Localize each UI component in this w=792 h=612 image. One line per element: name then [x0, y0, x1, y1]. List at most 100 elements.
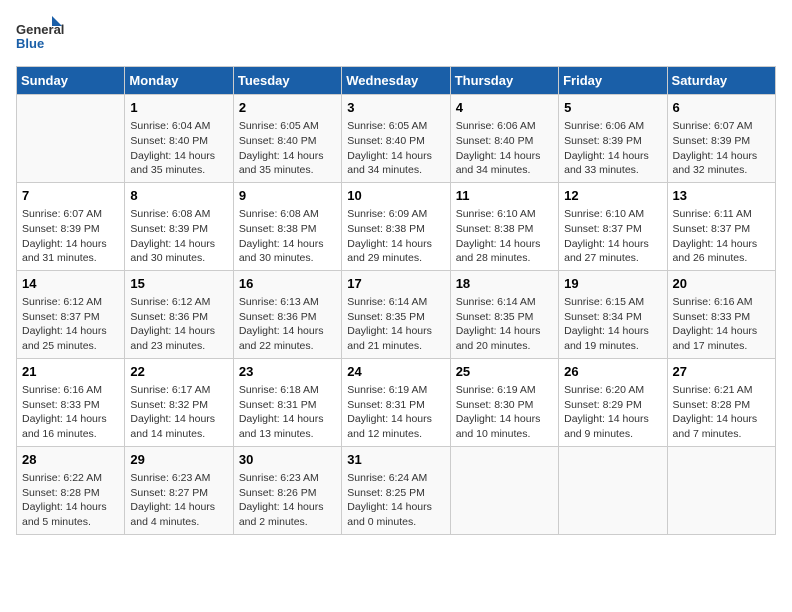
calendar-cell: 22 Sunrise: 6:17 AM Sunset: 8:32 PM Dayli… — [125, 358, 233, 446]
calendar-week-row: 14 Sunrise: 6:12 AM Sunset: 8:37 PM Dayli… — [17, 270, 776, 358]
calendar-cell: 20 Sunrise: 6:16 AM Sunset: 8:33 PM Dayli… — [667, 270, 775, 358]
day-content: Sunrise: 6:09 AM Sunset: 8:38 PM Dayligh… — [347, 207, 444, 266]
day-number: 18 — [456, 275, 553, 293]
day-content: Sunrise: 6:22 AM Sunset: 8:28 PM Dayligh… — [22, 471, 119, 530]
day-number: 8 — [130, 187, 227, 205]
day-content: Sunrise: 6:07 AM Sunset: 8:39 PM Dayligh… — [22, 207, 119, 266]
calendar-cell: 24 Sunrise: 6:19 AM Sunset: 8:31 PM Dayli… — [342, 358, 450, 446]
day-content: Sunrise: 6:15 AM Sunset: 8:34 PM Dayligh… — [564, 295, 661, 354]
calendar-cell: 8Sunrise: 6:08 AM Sunset: 8:39 PM Daylig… — [125, 182, 233, 270]
calendar-cell: 29 Sunrise: 6:23 AM Sunset: 8:27 PM Dayli… — [125, 446, 233, 534]
day-number: 1 — [130, 99, 227, 117]
calendar-cell: 31Sunrise: 6:24 AM Sunset: 8:25 PM Dayli… — [342, 446, 450, 534]
day-number: 25 — [456, 363, 553, 381]
day-number: 3 — [347, 99, 444, 117]
calendar-table: SundayMondayTuesdayWednesdayThursdayFrid… — [16, 66, 776, 535]
day-content: Sunrise: 6:10 AM Sunset: 8:37 PM Dayligh… — [564, 207, 661, 266]
day-number: 30 — [239, 451, 336, 469]
day-number: 31 — [347, 451, 444, 469]
day-number: 7 — [22, 187, 119, 205]
calendar-cell: 28 Sunrise: 6:22 AM Sunset: 8:28 PM Dayli… — [17, 446, 125, 534]
calendar-week-row: 1 Sunrise: 6:04 AM Sunset: 8:40 PM Daylig… — [17, 95, 776, 183]
day-content: Sunrise: 6:12 AM Sunset: 8:37 PM Dayligh… — [22, 295, 119, 354]
calendar-cell: 12 Sunrise: 6:10 AM Sunset: 8:37 PM Dayli… — [559, 182, 667, 270]
calendar-week-row: 28 Sunrise: 6:22 AM Sunset: 8:28 PM Dayli… — [17, 446, 776, 534]
calendar-cell: 25 Sunrise: 6:19 AM Sunset: 8:30 PM Dayli… — [450, 358, 558, 446]
calendar-cell: 2 Sunrise: 6:05 AM Sunset: 8:40 PM Daylig… — [233, 95, 341, 183]
day-content: Sunrise: 6:11 AM Sunset: 8:37 PM Dayligh… — [673, 207, 770, 266]
day-number: 20 — [673, 275, 770, 293]
day-number: 11 — [456, 187, 553, 205]
day-content: Sunrise: 6:17 AM Sunset: 8:32 PM Dayligh… — [130, 383, 227, 442]
day-content: Sunrise: 6:16 AM Sunset: 8:33 PM Dayligh… — [673, 295, 770, 354]
calendar-cell: 11Sunrise: 6:10 AM Sunset: 8:38 PM Dayli… — [450, 182, 558, 270]
calendar-cell: 17 Sunrise: 6:14 AM Sunset: 8:35 PM Dayli… — [342, 270, 450, 358]
calendar-cell — [17, 95, 125, 183]
day-number: 4 — [456, 99, 553, 117]
calendar-week-row: 21Sunrise: 6:16 AM Sunset: 8:33 PM Dayli… — [17, 358, 776, 446]
weekday-header: Tuesday — [233, 67, 341, 95]
calendar-cell: 6Sunrise: 6:07 AM Sunset: 8:39 PM Daylig… — [667, 95, 775, 183]
calendar-cell: 4 Sunrise: 6:06 AM Sunset: 8:40 PM Daylig… — [450, 95, 558, 183]
day-number: 17 — [347, 275, 444, 293]
calendar-cell: 13 Sunrise: 6:11 AM Sunset: 8:37 PM Dayli… — [667, 182, 775, 270]
day-content: Sunrise: 6:08 AM Sunset: 8:38 PM Dayligh… — [239, 207, 336, 266]
calendar-cell: 3 Sunrise: 6:05 AM Sunset: 8:40 PM Daylig… — [342, 95, 450, 183]
day-number: 13 — [673, 187, 770, 205]
calendar-cell: 27 Sunrise: 6:21 AM Sunset: 8:28 PM Dayli… — [667, 358, 775, 446]
calendar-cell: 26Sunrise: 6:20 AM Sunset: 8:29 PM Dayli… — [559, 358, 667, 446]
weekday-header: Wednesday — [342, 67, 450, 95]
calendar-cell: 7 Sunrise: 6:07 AM Sunset: 8:39 PM Daylig… — [17, 182, 125, 270]
day-content: Sunrise: 6:07 AM Sunset: 8:39 PM Dayligh… — [673, 119, 770, 178]
day-content: Sunrise: 6:05 AM Sunset: 8:40 PM Dayligh… — [347, 119, 444, 178]
day-number: 5 — [564, 99, 661, 117]
day-number: 27 — [673, 363, 770, 381]
day-content: Sunrise: 6:23 AM Sunset: 8:27 PM Dayligh… — [130, 471, 227, 530]
logo: GeneralBlue — [16, 16, 66, 56]
calendar-cell — [667, 446, 775, 534]
svg-text:Blue: Blue — [16, 36, 44, 51]
day-number: 19 — [564, 275, 661, 293]
calendar-cell: 18 Sunrise: 6:14 AM Sunset: 8:35 PM Dayli… — [450, 270, 558, 358]
weekday-header: Thursday — [450, 67, 558, 95]
day-content: Sunrise: 6:05 AM Sunset: 8:40 PM Dayligh… — [239, 119, 336, 178]
weekday-header-row: SundayMondayTuesdayWednesdayThursdayFrid… — [17, 67, 776, 95]
day-content: Sunrise: 6:06 AM Sunset: 8:39 PM Dayligh… — [564, 119, 661, 178]
day-content: Sunrise: 6:23 AM Sunset: 8:26 PM Dayligh… — [239, 471, 336, 530]
day-number: 15 — [130, 275, 227, 293]
day-number: 23 — [239, 363, 336, 381]
day-number: 24 — [347, 363, 444, 381]
day-number: 22 — [130, 363, 227, 381]
calendar-week-row: 7 Sunrise: 6:07 AM Sunset: 8:39 PM Daylig… — [17, 182, 776, 270]
day-number: 29 — [130, 451, 227, 469]
day-content: Sunrise: 6:04 AM Sunset: 8:40 PM Dayligh… — [130, 119, 227, 178]
calendar-cell: 23Sunrise: 6:18 AM Sunset: 8:31 PM Dayli… — [233, 358, 341, 446]
day-content: Sunrise: 6:13 AM Sunset: 8:36 PM Dayligh… — [239, 295, 336, 354]
calendar-cell: 21Sunrise: 6:16 AM Sunset: 8:33 PM Dayli… — [17, 358, 125, 446]
day-number: 12 — [564, 187, 661, 205]
day-number: 21 — [22, 363, 119, 381]
logo-svg: GeneralBlue — [16, 16, 66, 56]
day-content: Sunrise: 6:14 AM Sunset: 8:35 PM Dayligh… — [347, 295, 444, 354]
calendar-cell: 1 Sunrise: 6:04 AM Sunset: 8:40 PM Daylig… — [125, 95, 233, 183]
day-number: 14 — [22, 275, 119, 293]
weekday-header: Friday — [559, 67, 667, 95]
day-content: Sunrise: 6:19 AM Sunset: 8:31 PM Dayligh… — [347, 383, 444, 442]
calendar-cell: 14 Sunrise: 6:12 AM Sunset: 8:37 PM Dayli… — [17, 270, 125, 358]
day-number: 28 — [22, 451, 119, 469]
day-number: 16 — [239, 275, 336, 293]
calendar-cell: 9Sunrise: 6:08 AM Sunset: 8:38 PM Daylig… — [233, 182, 341, 270]
weekday-header: Monday — [125, 67, 233, 95]
day-content: Sunrise: 6:19 AM Sunset: 8:30 PM Dayligh… — [456, 383, 553, 442]
calendar-cell: 15Sunrise: 6:12 AM Sunset: 8:36 PM Dayli… — [125, 270, 233, 358]
calendar-cell — [559, 446, 667, 534]
day-content: Sunrise: 6:14 AM Sunset: 8:35 PM Dayligh… — [456, 295, 553, 354]
calendar-cell: 5 Sunrise: 6:06 AM Sunset: 8:39 PM Daylig… — [559, 95, 667, 183]
day-content: Sunrise: 6:06 AM Sunset: 8:40 PM Dayligh… — [456, 119, 553, 178]
weekday-header: Saturday — [667, 67, 775, 95]
calendar-cell: 19 Sunrise: 6:15 AM Sunset: 8:34 PM Dayli… — [559, 270, 667, 358]
day-content: Sunrise: 6:21 AM Sunset: 8:28 PM Dayligh… — [673, 383, 770, 442]
calendar-cell: 30 Sunrise: 6:23 AM Sunset: 8:26 PM Dayli… — [233, 446, 341, 534]
day-number: 2 — [239, 99, 336, 117]
day-number: 10 — [347, 187, 444, 205]
